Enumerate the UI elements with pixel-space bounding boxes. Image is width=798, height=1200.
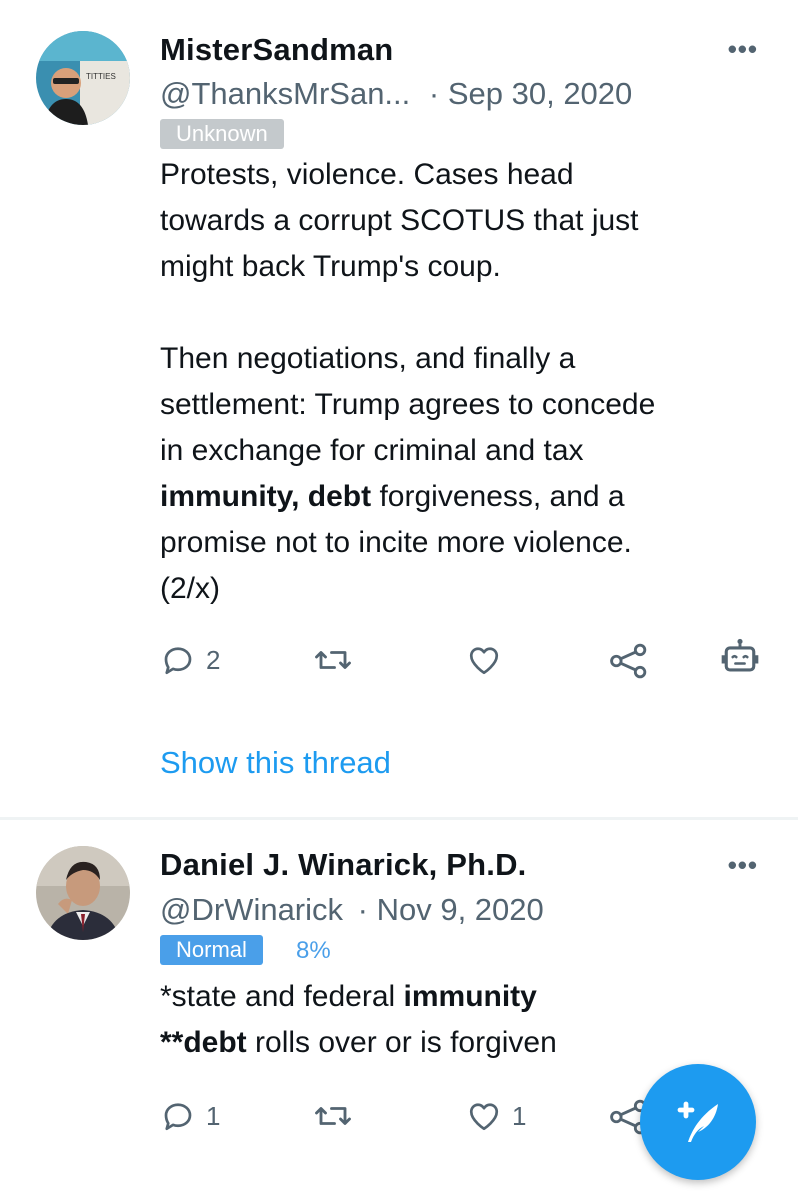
- author-name[interactable]: Daniel J. Winarick, Ph.D.: [160, 847, 527, 883]
- tweet-text-line: *state and federal immunity: [160, 974, 770, 1020]
- show-thread-link[interactable]: Show this thread: [160, 745, 391, 781]
- reply-icon: [164, 647, 192, 675]
- tweet-text-line: towards a corrupt SCOTUS that just: [160, 204, 639, 237]
- retweet-icon: [315, 651, 351, 669]
- retweet-button[interactable]: [313, 1098, 363, 1134]
- like-button[interactable]: 1: [466, 1098, 526, 1134]
- tweet-text-line: Then negotiations, and finally a: [160, 342, 576, 375]
- retweet-icon: [315, 1107, 351, 1125]
- reply-icon: [164, 1103, 192, 1131]
- author-handle[interactable]: @ThanksMrSan...: [160, 76, 410, 111]
- like-count: 1: [512, 1100, 527, 1131]
- avatar[interactable]: [36, 846, 130, 940]
- bot-icon: [721, 638, 759, 672]
- tweet-text-line: **debt rolls over or is forgiven: [160, 1020, 770, 1066]
- highlight-text: immunity, debt: [160, 480, 372, 513]
- bot-score: 8%: [296, 937, 331, 964]
- avatar-sign-text: TITTIES: [86, 72, 116, 81]
- avatar[interactable]: TITTIES: [36, 31, 130, 125]
- handle-line: @DrWinarick · Nov 9, 2020: [160, 892, 544, 928]
- author-handle[interactable]: @DrWinarick: [160, 892, 343, 927]
- status-badge: Normal: [160, 935, 263, 965]
- like-button[interactable]: [466, 642, 512, 678]
- reply-count: 1: [206, 1100, 221, 1131]
- tweet-text-span: *state and federal: [160, 980, 404, 1013]
- tweet-text-line: in exchange for criminal and tax: [160, 434, 584, 467]
- compose-button[interactable]: [640, 1064, 756, 1180]
- handle-line: @ThanksMrSan... · Sep 30, 2020: [160, 76, 632, 112]
- reply-button[interactable]: 2: [160, 642, 220, 678]
- tweet-card[interactable]: TITTIES MisterSandman ••• @ThanksMrSan..…: [0, 0, 798, 818]
- share-icon: [610, 643, 647, 679]
- retweet-button[interactable]: [313, 642, 363, 678]
- tweet-text: *state and federal immunity **debt rolls…: [160, 974, 770, 1066]
- more-icon[interactable]: •••: [728, 34, 758, 65]
- share-button[interactable]: [608, 642, 650, 680]
- tweet-date[interactable]: · Nov 9, 2020: [358, 892, 544, 927]
- highlight-text: **debt: [160, 1026, 247, 1059]
- reply-count: 2: [206, 644, 221, 675]
- tweet-text-span: rolls over or is forgiven: [246, 1026, 557, 1059]
- tweet-text-span: forgiveness, and a: [371, 480, 625, 513]
- status-badge: Unknown: [160, 119, 284, 149]
- tweet-text: Protests, violence. Cases head towards a…: [160, 152, 770, 612]
- highlight-text: immunity: [403, 980, 537, 1013]
- author-name[interactable]: MisterSandman: [160, 32, 393, 68]
- tweet-text-line: Protests, violence. Cases head: [160, 158, 574, 191]
- tweet-text-line: promise not to incite more violence.: [160, 526, 632, 559]
- more-icon[interactable]: •••: [728, 850, 758, 881]
- reply-button[interactable]: 1: [160, 1098, 220, 1134]
- tweet-text-line: (2/x): [160, 572, 220, 605]
- bot-check-button[interactable]: [718, 636, 762, 680]
- tweet-text-line: might back Trump's coup.: [160, 250, 501, 283]
- like-icon: [469, 647, 499, 675]
- tweet-text-line: immunity, debt forgiveness, and a: [160, 474, 770, 520]
- tweet-text-line: settlement: Trump agrees to concede: [160, 388, 656, 421]
- like-icon: [469, 1103, 499, 1131]
- tweet-date[interactable]: · Sep 30, 2020: [429, 76, 632, 111]
- compose-icon: [677, 1101, 718, 1142]
